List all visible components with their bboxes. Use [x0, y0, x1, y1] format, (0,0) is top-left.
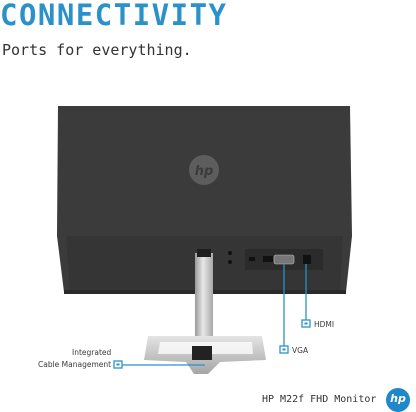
cable-management-label-line1: Integrated: [72, 348, 112, 357]
hp-brand-logo-icon: hp: [386, 388, 410, 412]
hp-brand-logo-text: hp: [390, 392, 406, 405]
button-icon: [228, 251, 232, 255]
vga-label: VGA: [292, 346, 309, 355]
hdmi-label: HDMI: [314, 320, 335, 329]
monitor-illustration: hp: [57, 106, 352, 374]
model-name: HP M22f FHD Monitor: [262, 394, 377, 405]
vga-port-icon: [273, 254, 295, 265]
cable-management-label-line2: Cable Management: [38, 360, 112, 369]
hdmi-port-icon: [303, 255, 311, 264]
svg-text:hp: hp: [195, 164, 214, 179]
monitor-hp-logo-icon: hp: [189, 155, 219, 185]
